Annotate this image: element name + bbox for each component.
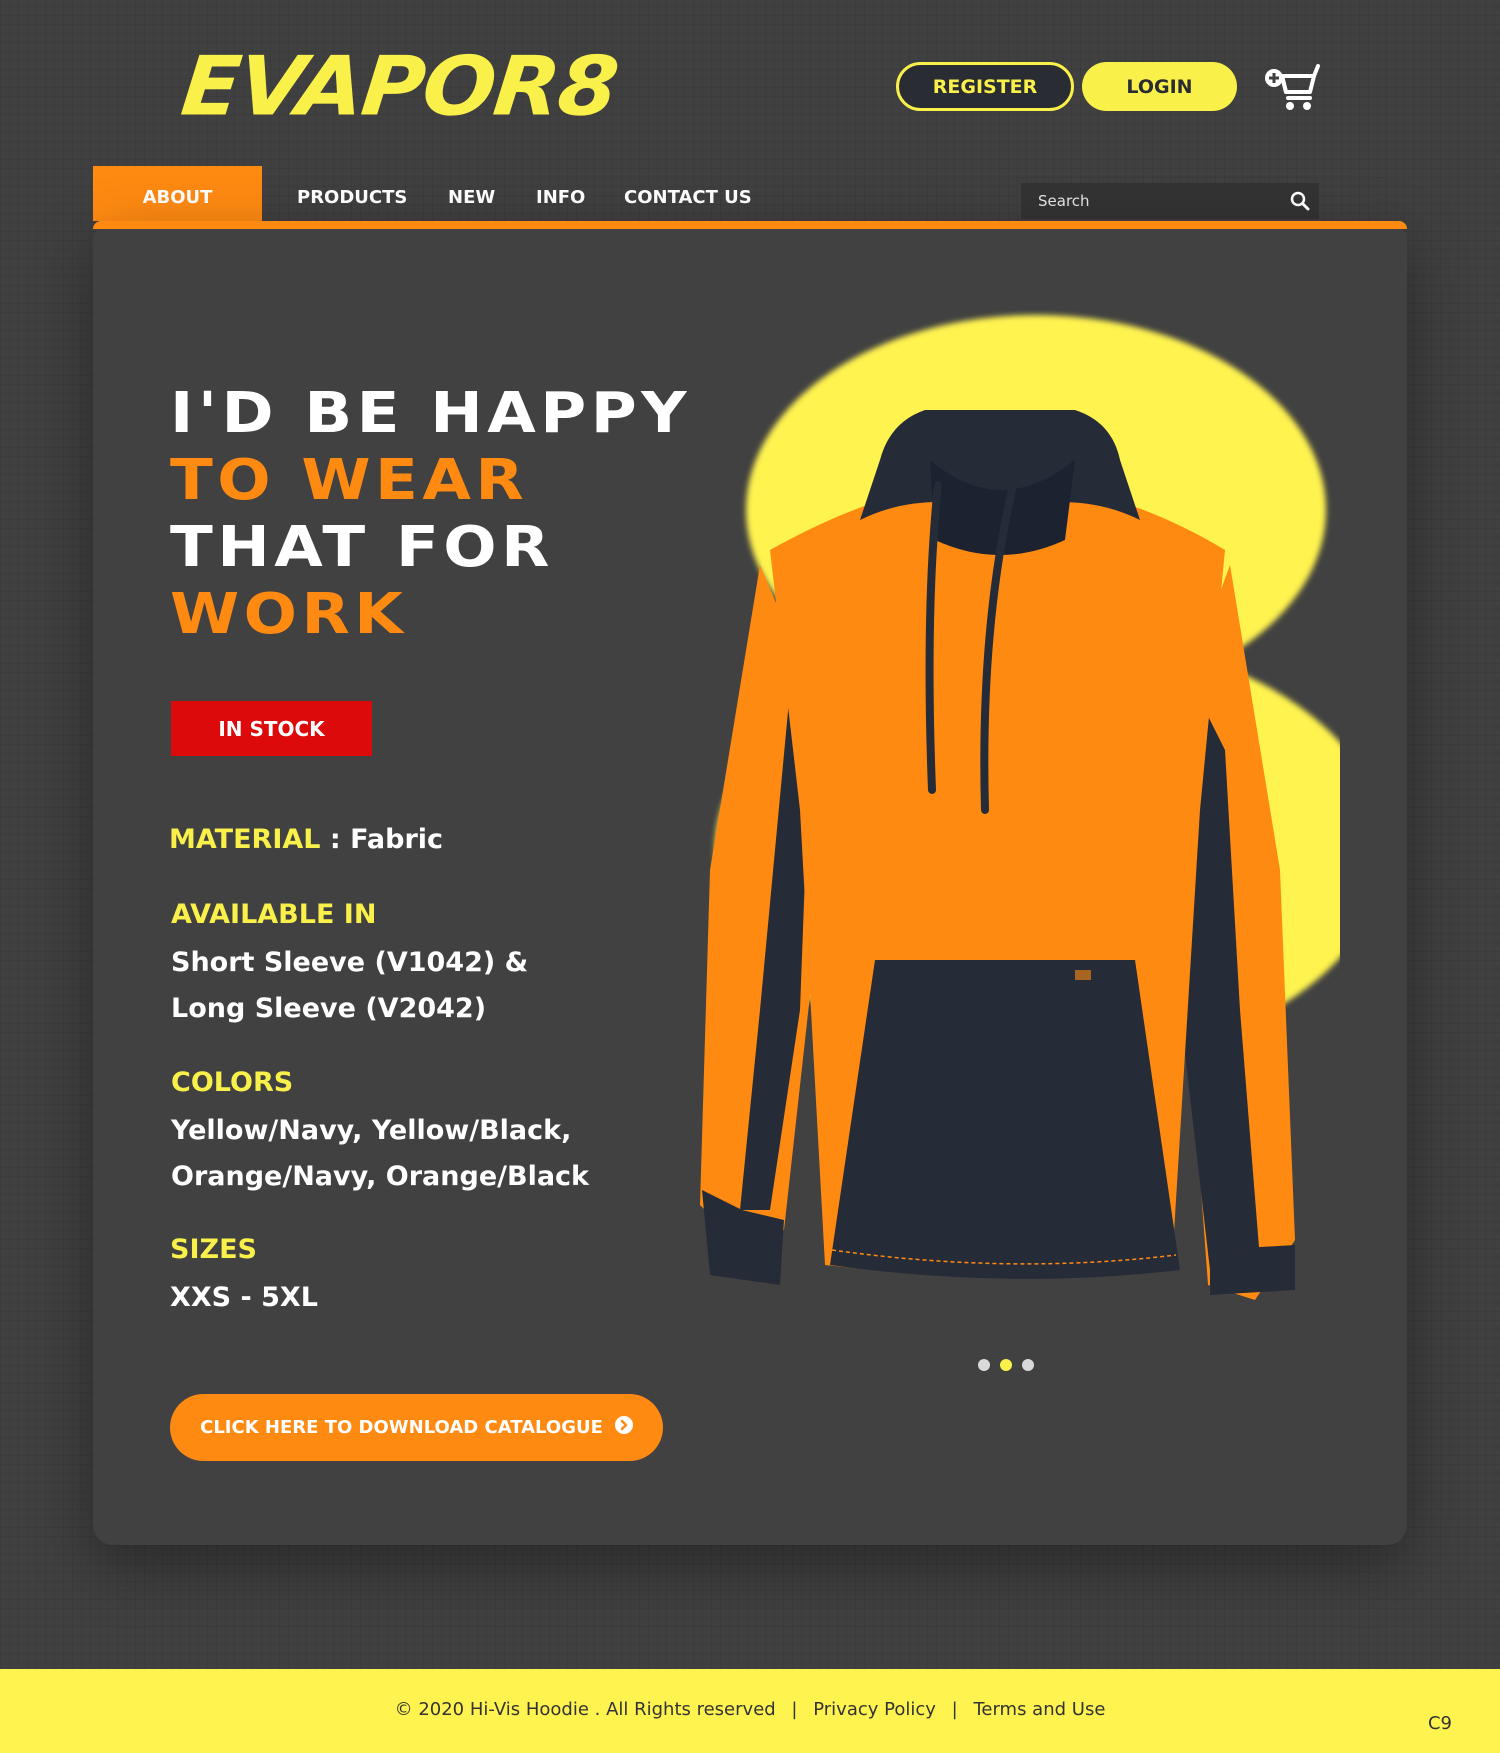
download-catalogue-button[interactable]: CLICK HERE TO DOWNLOAD CATALOGUE xyxy=(170,1394,663,1461)
login-button[interactable]: LOGIN xyxy=(1082,62,1237,111)
product-image xyxy=(700,315,1340,1300)
carousel-dot-3[interactable] xyxy=(1022,1359,1034,1371)
available-label: AVAILABLE IN xyxy=(171,899,377,930)
privacy-policy-link[interactable]: Privacy Policy xyxy=(813,1699,936,1720)
headline-line-4: WORK xyxy=(170,582,408,647)
material-value: : Fabric xyxy=(320,824,444,855)
sizes-label: SIZES xyxy=(170,1234,257,1265)
nav-item-products[interactable]: PRODUCTS xyxy=(297,166,407,221)
search-icon[interactable] xyxy=(1281,183,1319,219)
nav-underline xyxy=(93,221,1407,229)
available-values: Short Sleeve (V1042) & Long Sleeve (V204… xyxy=(171,940,528,1032)
sizes-value: XXS - 5XL xyxy=(170,1282,318,1313)
headline-line-3: THAT FOR xyxy=(170,515,554,580)
shopping-cart-icon[interactable] xyxy=(1262,62,1320,112)
colors-line-2: Orange/Navy, Orange/Black xyxy=(171,1161,590,1192)
nav-item-contact-us[interactable]: CONTACT US xyxy=(624,166,752,221)
material-label-text: MATERIAL xyxy=(169,824,321,855)
footer-links: © 2020 Hi-Vis Hoodie . All Rights reserv… xyxy=(0,1699,1500,1720)
download-catalogue-label: CLICK HERE TO DOWNLOAD CATALOGUE xyxy=(200,1417,603,1438)
nav-item-info[interactable]: INFO xyxy=(536,166,585,221)
headline-line-2: TO WEAR xyxy=(170,448,529,513)
search-input[interactable] xyxy=(1021,183,1281,219)
stock-badge: IN STOCK xyxy=(171,701,372,756)
footer-copyright: © 2020 Hi-Vis Hoodie . All Rights reserv… xyxy=(394,1699,776,1720)
register-button[interactable]: REGISTER xyxy=(896,62,1074,111)
nav-item-new[interactable]: NEW xyxy=(448,166,495,221)
hoodie-illustration xyxy=(700,410,1295,1300)
carousel-dot-2[interactable] xyxy=(1000,1359,1012,1371)
terms-link[interactable]: Terms and Use xyxy=(973,1699,1105,1720)
headline-line-1: I'D BE HAPPY xyxy=(170,381,692,446)
chevron-circle-right-icon xyxy=(614,1416,633,1439)
material-label: MATERIAL : Fabric xyxy=(169,824,443,855)
footer: © 2020 Hi-Vis Hoodie . All Rights reserv… xyxy=(0,1669,1500,1753)
colors-label: COLORS xyxy=(171,1067,294,1098)
colors-line-1: Yellow/Navy, Yellow/Black, xyxy=(171,1115,572,1146)
footer-separator: | xyxy=(791,1699,798,1720)
search-bar xyxy=(1021,183,1319,219)
available-line-2: Long Sleeve (V2042) xyxy=(171,993,487,1024)
hero-headline: I'D BE HAPPY TO WEAR THAT FOR WORK xyxy=(170,380,687,648)
colors-values: Yellow/Navy, Yellow/Black, Orange/Navy, … xyxy=(171,1108,589,1200)
footer-separator: | xyxy=(951,1699,958,1720)
available-line-1: Short Sleeve (V1042) & xyxy=(171,947,529,978)
carousel-dot-1[interactable] xyxy=(978,1359,990,1371)
brand-logo[interactable]: EVAPOR8 xyxy=(177,40,621,135)
carousel-indicators xyxy=(978,1359,1034,1371)
nav-item-about[interactable]: ABOUT xyxy=(93,166,262,221)
footer-code: C9 xyxy=(1427,1713,1452,1734)
